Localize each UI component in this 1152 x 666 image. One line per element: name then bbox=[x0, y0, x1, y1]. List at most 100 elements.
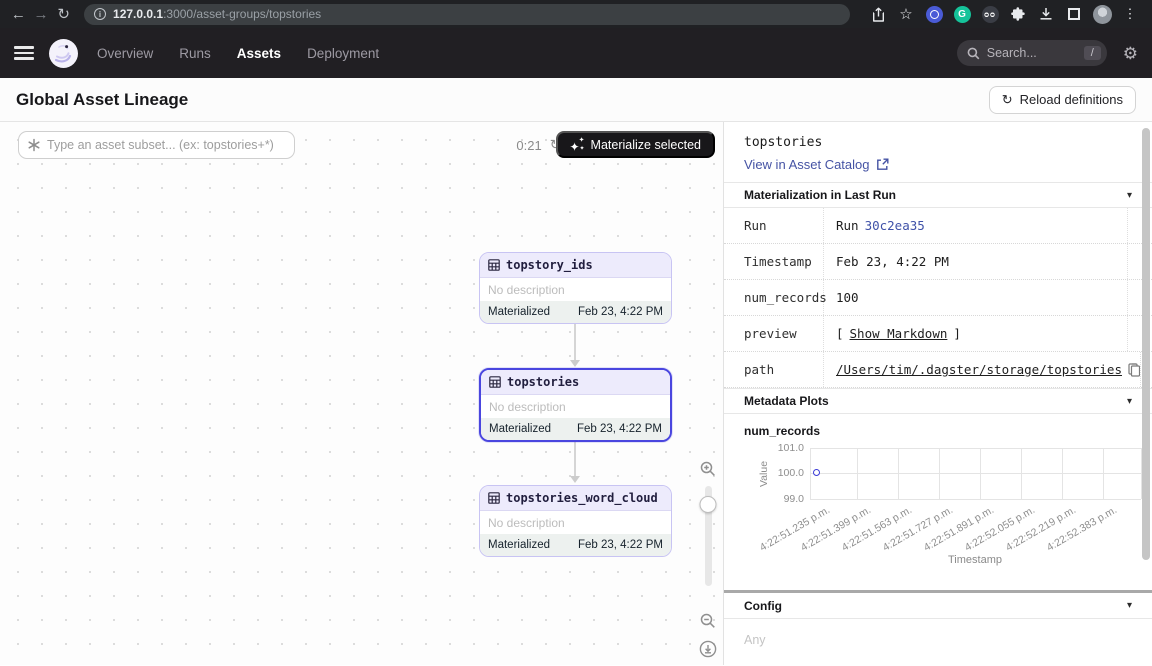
page-header: Global Asset Lineage ↻ Reload definition… bbox=[0, 78, 1152, 122]
x-tick: 4:22:51.563 p.m. bbox=[840, 504, 914, 554]
search-shortcut-badge: / bbox=[1084, 46, 1101, 60]
app-nav: Overview Runs Assets Deployment Search..… bbox=[0, 28, 1152, 78]
meta-row-preview: preview [Show Markdown] bbox=[724, 316, 1152, 352]
refresh-timer: 0:21 ↻ bbox=[516, 137, 561, 153]
asset-node-status: Materialized bbox=[488, 306, 550, 318]
search-icon bbox=[967, 47, 980, 60]
data-point[interactable] bbox=[813, 469, 820, 476]
x-tick: 4:22:51.727 p.m. bbox=[881, 504, 955, 554]
x-tick: 4:22:51.891 p.m. bbox=[922, 504, 996, 554]
path-link[interactable]: /Users/tim/.dagster/storage/topstories bbox=[836, 362, 1122, 377]
url-path: :3000/asset-groups/topstories bbox=[163, 7, 321, 21]
zoom-out-icon[interactable] bbox=[697, 610, 719, 632]
extension-glasses-icon[interactable]: ᴑᴑ bbox=[978, 3, 1002, 25]
share-icon[interactable] bbox=[866, 3, 890, 25]
zoom-slider-handle[interactable] bbox=[700, 496, 717, 513]
config-value: Any bbox=[724, 619, 1152, 665]
x-tick: 4:22:52.219 p.m. bbox=[1004, 504, 1078, 554]
asset-node-topstories[interactable]: topstories No description Materialized F… bbox=[479, 368, 672, 442]
table-icon bbox=[488, 259, 500, 271]
asset-node-name: topstories_word_cloud bbox=[506, 491, 658, 505]
profile-avatar[interactable] bbox=[1090, 3, 1114, 25]
browser-reload-icon[interactable]: ↻ bbox=[55, 3, 72, 25]
num-records-chart: 101.0 100.0 99.0 Value 4:22:51.235 p.m. … bbox=[724, 438, 1152, 590]
extension-1password-icon[interactable] bbox=[922, 3, 946, 25]
asset-graph-canvas[interactable]: 0:21 ↻ ✦ ✦ ✦ Materialize selected topsto… bbox=[0, 122, 723, 665]
run-id-link[interactable]: 30c2ea35 bbox=[865, 218, 925, 233]
reload-definitions-button[interactable]: ↻ Reload definitions bbox=[989, 86, 1136, 114]
extensions-puzzle-icon[interactable] bbox=[1006, 3, 1030, 25]
hamburger-menu-icon[interactable] bbox=[14, 46, 34, 60]
view-in-asset-catalog-link[interactable]: View in Asset Catalog bbox=[744, 157, 1132, 172]
extension-grammarly-icon[interactable]: G bbox=[950, 3, 974, 25]
browser-menu-icon[interactable]: ⋮ bbox=[1118, 3, 1142, 25]
browser-back-icon[interactable]: ← bbox=[10, 3, 27, 25]
chart-title: num_records bbox=[724, 414, 1152, 438]
site-info-icon[interactable]: i bbox=[94, 8, 106, 20]
search-placeholder: Search... bbox=[987, 46, 1077, 60]
edge-topstory-ids-to-topstories bbox=[574, 318, 576, 360]
nav-item-overview[interactable]: Overview bbox=[97, 46, 153, 61]
copy-path-icon[interactable] bbox=[1128, 363, 1140, 377]
section-materialization-last-run[interactable]: Materialization in Last Run ▾ bbox=[724, 182, 1152, 208]
asset-node-status: Materialized bbox=[489, 423, 551, 435]
y-tick: 99.0 bbox=[760, 493, 804, 505]
meta-row-run: Run Run 30c2ea35 bbox=[724, 208, 1152, 244]
asset-node-topstories-word-cloud[interactable]: topstories_word_cloud No description Mat… bbox=[479, 485, 672, 557]
materialize-selected-button[interactable]: ✦ ✦ ✦ Materialize selected bbox=[556, 131, 715, 158]
timer-value: 0:21 bbox=[516, 138, 541, 153]
url-text: 127.0.0.1:3000/asset-groups/topstories bbox=[113, 7, 321, 21]
collapse-caret-icon[interactable]: ▾ bbox=[1127, 190, 1132, 201]
asset-node-description: No description bbox=[481, 395, 670, 418]
global-search-input[interactable]: Search... / bbox=[957, 40, 1107, 66]
asset-node-description: No description bbox=[480, 511, 671, 534]
external-link-icon bbox=[876, 158, 889, 171]
meta-row-timestamp: Timestamp Feb 23, 4:22 PM bbox=[724, 244, 1152, 280]
asset-node-topstory-ids[interactable]: topstory_ids No description Materialized… bbox=[479, 252, 672, 324]
reading-mode-icon[interactable] bbox=[1062, 3, 1086, 25]
table-icon bbox=[488, 492, 500, 504]
section-config[interactable]: Config ▾ bbox=[724, 593, 1152, 619]
zoom-in-icon[interactable] bbox=[697, 458, 719, 480]
url-host: 127.0.0.1 bbox=[113, 7, 163, 21]
panel-scrollbar[interactable] bbox=[1142, 128, 1150, 560]
show-markdown-link[interactable]: Show Markdown bbox=[850, 326, 948, 341]
x-tick: 4:22:51.399 p.m. bbox=[799, 504, 873, 554]
section-metadata-plots[interactable]: Metadata Plots ▾ bbox=[724, 388, 1152, 414]
nav-item-assets[interactable]: Assets bbox=[237, 46, 281, 61]
asset-details-panel: topstories View in Asset Catalog Materia… bbox=[723, 122, 1152, 665]
materialize-sparkle-icon: ✦ ✦ ✦ bbox=[570, 138, 584, 152]
fit-view-icon[interactable] bbox=[697, 638, 719, 660]
collapse-caret-icon[interactable]: ▾ bbox=[1127, 396, 1132, 407]
browser-toolbar: ← → ↻ i 127.0.0.1:3000/asset-groups/tops… bbox=[0, 0, 1152, 28]
collapse-caret-icon[interactable]: ▾ bbox=[1127, 600, 1132, 611]
asset-node-name: topstory_ids bbox=[506, 258, 593, 272]
nav-item-deployment[interactable]: Deployment bbox=[307, 46, 379, 61]
meta-row-num-records: num_records 100 bbox=[724, 280, 1152, 316]
bookmark-star-icon[interactable]: ☆ bbox=[894, 3, 918, 25]
y-tick: 101.0 bbox=[760, 442, 804, 454]
settings-gear-icon[interactable]: ⚙ bbox=[1123, 45, 1138, 62]
asset-graph-icon bbox=[27, 138, 41, 152]
x-tick: 4:22:52.055 p.m. bbox=[963, 504, 1037, 554]
asset-node-timestamp: Feb 23, 4:22 PM bbox=[578, 539, 663, 551]
edge-arrowhead bbox=[570, 476, 580, 483]
x-tick: 4:22:51.235 p.m. bbox=[758, 504, 832, 554]
asset-node-description: No description bbox=[480, 278, 671, 301]
asset-subset-filter[interactable] bbox=[18, 131, 295, 159]
x-axis-label: Timestamp bbox=[948, 554, 1002, 566]
edge-arrowhead bbox=[570, 360, 580, 367]
x-tick: 4:22:52.383 p.m. bbox=[1045, 504, 1119, 554]
address-bar[interactable]: i 127.0.0.1:3000/asset-groups/topstories bbox=[84, 4, 850, 25]
meta-row-path: path /Users/tim/.dagster/storage/topstor… bbox=[724, 352, 1152, 388]
zoom-slider[interactable] bbox=[705, 486, 712, 586]
asset-subset-input[interactable] bbox=[47, 138, 286, 152]
nav-item-runs[interactable]: Runs bbox=[179, 46, 211, 61]
asset-node-timestamp: Feb 23, 4:22 PM bbox=[578, 306, 663, 318]
browser-forward-icon[interactable]: → bbox=[33, 3, 50, 25]
asset-node-timestamp: Feb 23, 4:22 PM bbox=[577, 423, 662, 435]
y-axis-label: Value bbox=[758, 461, 770, 487]
dagster-logo[interactable] bbox=[48, 38, 79, 69]
downloads-icon[interactable] bbox=[1034, 3, 1058, 25]
asset-node-name: topstories bbox=[507, 375, 579, 389]
